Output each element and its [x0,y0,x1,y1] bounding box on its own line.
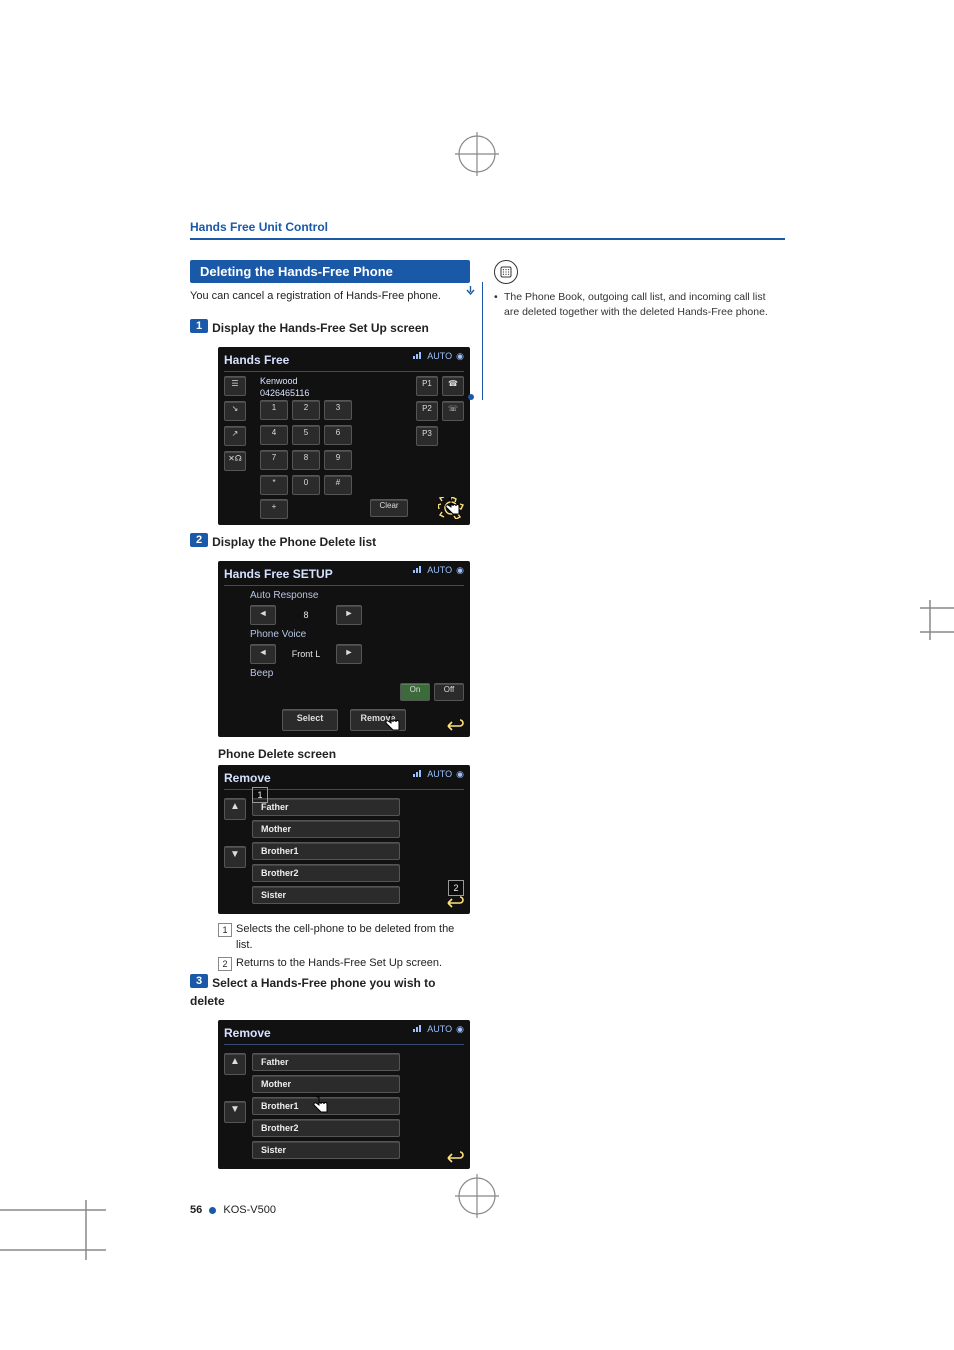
footer-model: KOS-V500 [223,1204,276,1216]
auto-icon: AUTO [427,565,452,575]
footer-dot-icon [209,1207,216,1214]
preset-3[interactable]: P3 [416,426,438,446]
mute-button[interactable]: ✕☊ [224,451,246,471]
return-icon[interactable] [446,896,464,910]
callout-1-text: 1Selects the cell-phone to be deleted fr… [218,922,470,954]
phone-voice-value: Front L [284,649,328,659]
keypad-6[interactable]: 6 [324,425,352,445]
list-item[interactable]: Brother1 [252,1097,400,1115]
note-icon [494,260,518,284]
disc-icon: ◉ [456,351,464,362]
beep-label: Beep [250,668,464,679]
scroll-down[interactable]: ▼ [224,1101,246,1123]
step-3-label: Select a Hands-Free phone you wish to de… [190,976,436,1008]
keypad-4[interactable]: 4 [260,425,288,445]
incoming-list-button[interactable]: ↘ [224,401,246,421]
beep-on[interactable]: On [400,683,430,701]
scroll-up[interactable]: ▲ [224,1053,246,1075]
outgoing-list-button[interactable]: ↗ [224,426,246,446]
clear-button[interactable]: Clear [370,499,408,517]
keypad-7[interactable]: 7 [260,450,288,470]
list-item[interactable]: Sister [252,1141,400,1159]
running-head: Hands Free Unit Control [190,220,785,240]
section-intro: You can cancel a registration of Hands-F… [190,289,470,305]
callout-2-text: 2Returns to the Hands-Free Set Up screen… [218,956,470,972]
auto-response-label: Auto Response [250,590,464,601]
phone-voice-dec[interactable]: ◄ [250,644,276,664]
hangup-button[interactable]: ☏ [442,401,464,421]
screenshot-hands-free: AUTO ◉ Hands Free ☰ ↘ ↗ ✕☊ Kenwood [218,347,470,525]
setup-button[interactable] [438,497,464,519]
signal-icon [413,351,423,361]
page-number: 56 [190,1204,202,1216]
signal-icon [413,565,423,575]
step-1: 1 Display the Hands-Free Set Up screen [190,319,470,337]
section-title: Deleting the Hands-Free Phone [190,260,470,283]
auto-response-dec[interactable]: ◄ [250,605,276,625]
preset-1[interactable]: P1 [416,376,438,396]
page-footer: 56 KOS-V500 [190,1204,276,1216]
note-text: The Phone Book, outgoing call list, and … [494,290,774,319]
step-2-number: 2 [190,533,208,547]
keypad-5[interactable]: 5 [292,425,320,445]
keypad-0[interactable]: 0 [292,475,320,495]
step-2-label: Display the Phone Delete list [212,535,376,549]
step-1-number: 1 [190,319,208,333]
auto-icon: AUTO [427,1024,452,1034]
screenshot-remove-list: AUTO ◉ Remove ▲ ▼ Father Mother Brot [218,765,470,914]
callout-marker-1: 1 [252,787,268,803]
auto-response-inc[interactable]: ► [336,605,362,625]
select-button[interactable]: Select [282,709,338,731]
vertical-rule [482,282,483,400]
signal-icon [413,769,423,779]
keypad-2[interactable]: 2 [292,400,320,420]
screenshot-setup: AUTO ◉ Hands Free SETUP Auto Response ◄ … [218,561,470,737]
screenshot-remove-select: AUTO ◉ Remove ▲ ▼ Father Mother Brot [218,1020,470,1169]
beep-off[interactable]: Off [434,683,464,701]
step-3: 3Select a Hands-Free phone you wish to d… [190,974,470,1010]
scroll-up[interactable]: ▲ [224,798,246,820]
auto-response-value: 8 [284,610,328,620]
phonebook-button[interactable]: ☰ [224,376,246,396]
keypad-3[interactable]: 3 [324,400,352,420]
keypad-hash[interactable]: # [324,475,352,495]
disc-icon: ◉ [456,1024,464,1035]
keypad-8[interactable]: 8 [292,450,320,470]
remove-button[interactable]: Remove [350,709,406,731]
disc-icon: ◉ [456,565,464,576]
step-3-number: 3 [190,974,208,988]
auto-icon: AUTO [427,351,452,361]
call-button-1[interactable]: ☎ [442,376,464,396]
phone-voice-inc[interactable]: ► [336,644,362,664]
list-item[interactable]: Father [252,1053,400,1071]
keypad-star[interactable]: * [260,475,288,495]
callout-marker-2: 2 [448,880,464,896]
return-icon[interactable] [446,1151,464,1165]
keypad-9[interactable]: 9 [324,450,352,470]
keypad-1[interactable]: 1 [260,400,288,420]
arrow-down-icon [466,282,475,291]
list-item[interactable]: Brother2 [252,1119,400,1137]
phone-delete-heading: Phone Delete screen [218,747,470,761]
caller-name: Kenwood [260,376,408,386]
list-item[interactable]: Mother [252,820,400,838]
list-item[interactable]: Mother [252,1075,400,1093]
list-item[interactable]: Brother1 [252,842,400,860]
list-item[interactable]: Father [252,798,400,816]
return-icon[interactable] [446,719,464,733]
scroll-down[interactable]: ▼ [224,846,246,868]
disc-icon: ◉ [456,769,464,780]
auto-icon: AUTO [427,769,452,779]
step-2: 2 Display the Phone Delete list [190,533,470,551]
step-1-label: Display the Hands-Free Set Up screen [212,321,429,335]
keypad-plus[interactable]: + [260,499,288,519]
preset-2[interactable]: P2 [416,401,438,421]
caller-number: 0426465116 [260,388,408,398]
phone-voice-label: Phone Voice [250,629,464,640]
list-item[interactable]: Brother2 [252,864,400,882]
list-item[interactable]: Sister [252,886,400,904]
signal-icon [413,1024,423,1034]
